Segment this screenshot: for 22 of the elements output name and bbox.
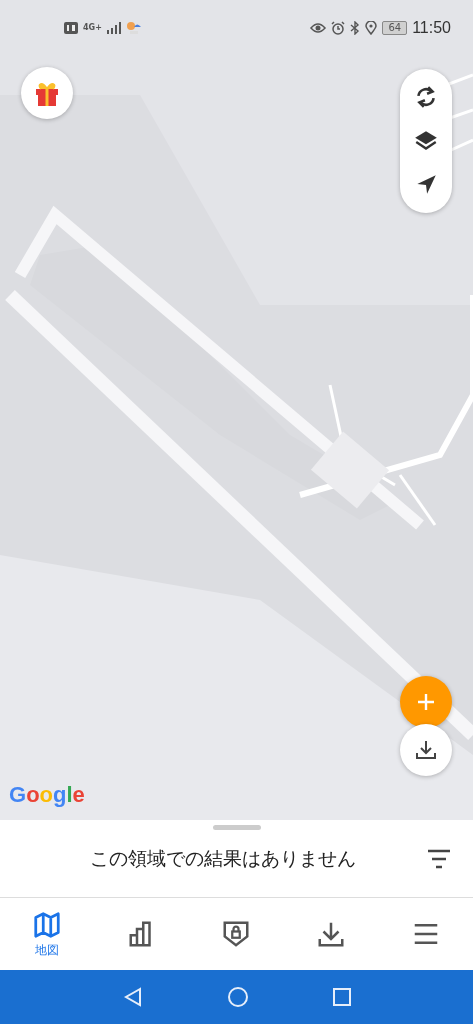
signal-icon — [106, 21, 121, 34]
download-icon — [414, 738, 438, 762]
nav-tab[interactable]: 地図 — [15, 907, 80, 961]
clock-time: 11:50 — [412, 18, 451, 37]
filter-button[interactable] — [427, 848, 451, 870]
weather-icon — [125, 20, 142, 35]
location-icon — [365, 20, 378, 35]
hd-icon — [64, 21, 78, 34]
drag-handle[interactable] — [212, 825, 261, 830]
recents-icon[interactable] — [331, 987, 352, 1007]
eye-icon — [310, 21, 327, 34]
plus-icon — [417, 693, 435, 711]
alarm-icon — [331, 20, 346, 35]
shield-lock-icon — [221, 919, 252, 949]
home-icon[interactable] — [226, 986, 249, 1008]
network-type: 4G+ — [83, 23, 102, 32]
empty-results-message: この領域での結果はありません — [90, 846, 356, 871]
battery-indicator: 64 — [382, 20, 408, 35]
filter-icon — [427, 848, 451, 870]
bluetooth-icon — [350, 20, 361, 35]
map-icon — [32, 909, 63, 940]
google-logo: Google — [9, 782, 85, 808]
